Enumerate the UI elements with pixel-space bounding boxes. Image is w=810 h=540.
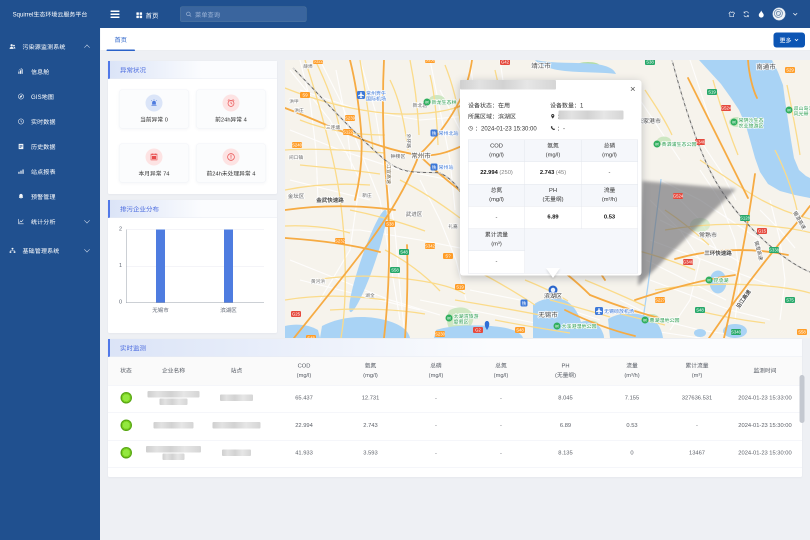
svg-text:武进区: 武进区 (406, 211, 423, 218)
svg-text:G346: G346 (683, 260, 694, 265)
svg-text:树: 树 (707, 279, 711, 283)
svg-text:三连塘: 三连塘 (326, 124, 341, 131)
svg-text:滨湖区: 滨湖区 (544, 292, 562, 300)
svg-text:S48: S48 (400, 250, 408, 255)
svg-text:S38: S38 (646, 60, 654, 65)
svg-text:S240: S240 (292, 143, 303, 148)
svg-text:新龙生态林: 新龙生态林 (432, 99, 457, 106)
svg-text:S342: S342 (425, 244, 436, 249)
svg-text:金坛区: 金坛区 (288, 193, 305, 200)
svg-text:南通市: 南通市 (756, 63, 776, 71)
svg-text:树: 树 (425, 101, 429, 105)
svg-text:洪甲: 洪甲 (289, 99, 299, 105)
svg-text:S48: S48 (307, 336, 315, 338)
svg-text:S58: S58 (798, 330, 806, 335)
svg-text:度假区: 度假区 (454, 319, 469, 326)
svg-text:国际机场: 国际机场 (366, 96, 386, 103)
svg-text:S?: S? (445, 254, 451, 259)
svg-text:S38: S38 (386, 222, 394, 227)
svg-text:S338: S338 (425, 60, 436, 63)
svg-text:黄河浜: 黄河浜 (311, 279, 326, 285)
svg-text:三环快速路: 三环快速路 (704, 250, 732, 257)
svg-text:树: 树 (643, 319, 647, 323)
svg-text:铁: 铁 (432, 131, 437, 136)
svg-text:S227: S227 (655, 298, 666, 303)
svg-text:S58: S58 (391, 268, 399, 273)
svg-text:树: 树 (555, 325, 559, 329)
svg-text:常州北站: 常州北站 (439, 130, 459, 137)
svg-text:树: 树 (655, 143, 659, 147)
svg-text:常州站: 常州站 (439, 164, 454, 171)
svg-text:G2: G2 (475, 328, 481, 333)
svg-text:湖全: 湖全 (365, 292, 375, 299)
svg-text:S48: S48 (696, 308, 704, 313)
svg-text:S128: S128 (740, 216, 751, 221)
svg-text:S338: S338 (769, 248, 780, 253)
svg-text:常州市: 常州市 (411, 152, 431, 160)
svg-text:树: 树 (732, 121, 736, 125)
svg-text:无锡硕放机场: 无锡硕放机场 (604, 308, 634, 315)
svg-text:S75: S75 (786, 298, 794, 303)
svg-text:树: 树 (787, 109, 791, 113)
svg-text:黄泗浦生态公园: 黄泗浦生态公园 (662, 141, 697, 148)
svg-text:G15: G15 (758, 229, 767, 234)
svg-text:农业旅游区: 农业旅游区 (739, 123, 764, 130)
svg-text:风光带: 风光带 (794, 111, 809, 118)
svg-text:G42: G42 (501, 60, 510, 65)
svg-text:大溪港湿地公园: 大溪港湿地公园 (562, 323, 597, 330)
svg-text:S232: S232 (335, 239, 346, 244)
svg-text:铁: 铁 (522, 301, 527, 306)
svg-text:S122: S122 (313, 60, 324, 64)
svg-text:G524: G524 (721, 106, 732, 111)
svg-text:新庄: 新庄 (362, 192, 372, 199)
svg-text:外环路: 外环路 (405, 134, 411, 149)
svg-text:靖江市: 靖江市 (531, 62, 551, 70)
svg-text:无锡市: 无锡市 (538, 311, 558, 319)
svg-text:钟楼区: 钟楼区 (390, 153, 405, 160)
svg-text:间口镇: 间口镇 (289, 155, 304, 161)
svg-text:S340: S340 (731, 330, 742, 335)
svg-text:曹湖湿地公园: 曹湖湿地公园 (650, 317, 680, 324)
svg-text:洪庄: 洪庄 (294, 107, 304, 114)
svg-text:江宜高速: 江宜高速 (385, 164, 392, 184)
svg-text:S122: S122 (343, 130, 354, 135)
svg-text:昆承湖: 昆承湖 (714, 277, 729, 284)
svg-text:S230: S230 (435, 332, 446, 337)
svg-text:G524: G524 (673, 194, 684, 199)
svg-text:G25: G25 (292, 312, 301, 317)
svg-text:S48: S48 (516, 328, 524, 333)
svg-text:树: 树 (447, 317, 451, 321)
svg-text:常熟市: 常熟市 (699, 231, 717, 239)
svg-text:铁: 铁 (432, 165, 437, 170)
svg-text:金武快速路: 金武快速路 (315, 197, 344, 204)
svg-text:S239: S239 (345, 116, 356, 121)
svg-text:S19: S19 (456, 285, 464, 290)
svg-text:S29: S29 (786, 68, 794, 73)
svg-text:礼嘉: 礼嘉 (448, 224, 458, 230)
svg-text:S19: S19 (708, 90, 716, 95)
svg-text:S9: S9 (302, 93, 308, 98)
svg-text:薛埠: 薛埠 (303, 64, 313, 70)
